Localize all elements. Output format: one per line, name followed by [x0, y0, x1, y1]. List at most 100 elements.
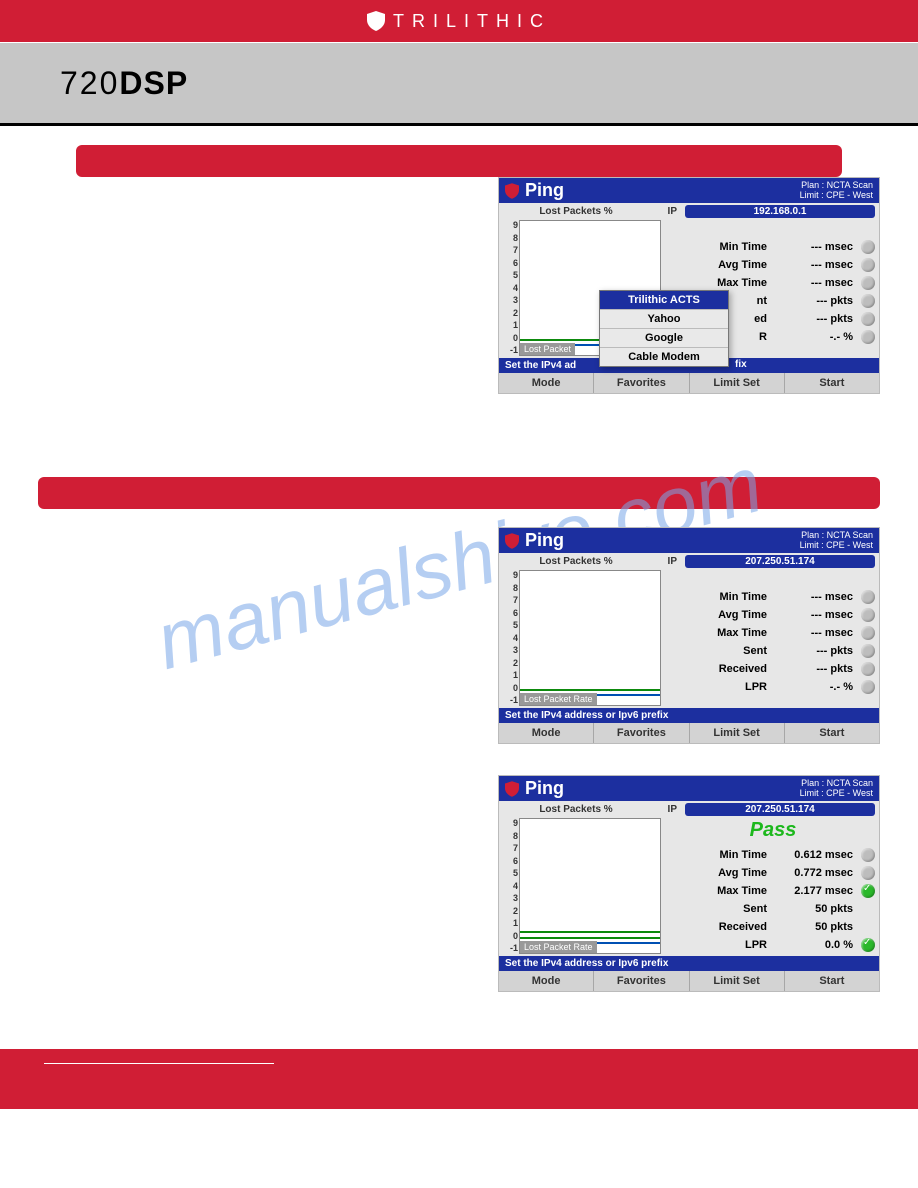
status-icon: [861, 240, 875, 254]
row-value: --- pkts: [775, 663, 853, 675]
softkey-favorites[interactable]: Favorites: [594, 723, 689, 743]
row-label: Received: [671, 921, 767, 933]
ping-panel: PingPlan : NCTA ScanLimit : CPE - WestLo…: [498, 775, 880, 992]
ping-subheader: Lost Packets %IP207.250.51.174: [499, 553, 879, 568]
ping-row: Avg Time --- msec: [671, 256, 875, 274]
watermark-source: manualshive.com: [38, 126, 880, 127]
favorites-item[interactable]: Google: [600, 329, 728, 348]
row-label: Sent: [671, 903, 767, 915]
row-label: Avg Time: [671, 609, 767, 621]
row-label: Max Time: [671, 277, 767, 289]
row-value: 50 pkts: [775, 903, 853, 915]
softkey-mode[interactable]: Mode: [499, 373, 594, 393]
row-value: --- pkts: [775, 313, 853, 325]
status-icon: [861, 866, 875, 880]
softkey-start[interactable]: Start: [785, 373, 879, 393]
product-bar: 720DSP: [0, 42, 918, 126]
brand-banner: TRILITHIC: [0, 0, 918, 42]
section-accent-1: [76, 145, 842, 177]
status-icon: [861, 590, 875, 604]
shield-icon: [505, 533, 519, 549]
row-label: Max Time: [671, 627, 767, 639]
favorites-item[interactable]: Trilithic ACTS: [600, 291, 728, 310]
ping-row: Max Time --- msec: [671, 624, 875, 642]
lost-packets-label: Lost Packets %: [503, 556, 649, 567]
status-icon: [861, 312, 875, 326]
row-value: 0.612 msec: [775, 849, 853, 861]
ip-value[interactable]: 207.250.51.174: [685, 803, 875, 816]
ping-row: Min Time--- msec: [671, 238, 875, 256]
product-name: 720DSP: [60, 65, 188, 102]
section-accent-2: [38, 477, 880, 509]
pass-indicator: Pass: [671, 819, 875, 842]
row-label: LPR: [671, 681, 767, 693]
ip-label: IP: [649, 804, 685, 815]
row-label: Min Time: [671, 591, 767, 603]
row-value: --- msec: [775, 241, 853, 253]
softkey-row: ModeFavoritesLimit SetStart: [499, 373, 879, 393]
row-label: Received: [671, 663, 767, 675]
status-icon: [861, 294, 875, 308]
status-icon: [861, 644, 875, 658]
ping-data: Pass Min Time0.612 msec Avg Time 0.772 msec…: [661, 818, 875, 954]
plan-limit: Plan : NCTA ScanLimit : CPE - West: [800, 779, 873, 799]
softkey-mode[interactable]: Mode: [499, 971, 594, 991]
ping-row: Received 50 pkts: [671, 918, 875, 936]
softkey-mode[interactable]: Mode: [499, 723, 594, 743]
row-value: --- msec: [775, 277, 853, 289]
softkey-limit-set[interactable]: Limit Set: [690, 971, 785, 991]
row-value: 0.772 msec: [775, 867, 853, 879]
row-value: -.- %: [775, 681, 853, 693]
row-label: LPR: [671, 939, 767, 951]
ip-value[interactable]: 192.168.0.1: [685, 205, 875, 218]
ping-row: Received --- pkts: [671, 660, 875, 678]
row-value: 50 pkts: [775, 921, 853, 933]
favorites-menu[interactable]: Trilithic ACTSYahooGoogleCable Modem: [599, 290, 729, 367]
status-icon: [861, 626, 875, 640]
status-icon: [861, 330, 875, 344]
softkey-row: ModeFavoritesLimit SetStart: [499, 971, 879, 991]
softkey-start[interactable]: Start: [785, 971, 879, 991]
ping-row: LPR 0.0 %: [671, 936, 875, 954]
row-label: Avg Time: [671, 259, 767, 271]
row-value: --- msec: [775, 627, 853, 639]
status-icon: [861, 848, 875, 862]
status-icon: [861, 662, 875, 676]
row-label: Sent: [671, 645, 767, 657]
favorites-item[interactable]: Yahoo: [600, 310, 728, 329]
ping-row: Avg Time --- msec: [671, 606, 875, 624]
row-value: -.- %: [775, 331, 853, 343]
shield-icon: [505, 183, 519, 199]
softkey-favorites[interactable]: Favorites: [594, 971, 689, 991]
status-icon: [861, 608, 875, 622]
ping-subheader: Lost Packets %IP207.250.51.174: [499, 801, 879, 816]
row-value: 2.177 msec: [775, 885, 853, 897]
row-value: 0.0 %: [775, 939, 853, 951]
softkey-limit-set[interactable]: Limit Set: [690, 723, 785, 743]
ping-row: Min Time0.612 msec: [671, 846, 875, 864]
ping-row: Avg Time 0.772 msec: [671, 864, 875, 882]
brand-name: TRILITHIC: [393, 11, 551, 32]
row-value: --- msec: [775, 609, 853, 621]
ip-value[interactable]: 207.250.51.174: [685, 555, 875, 568]
row-label: Avg Time: [671, 867, 767, 879]
plan-limit: Plan : NCTA ScanLimit : CPE - West: [800, 531, 873, 551]
softkey-start[interactable]: Start: [785, 723, 879, 743]
softkey-limit-set[interactable]: Limit Set: [690, 373, 785, 393]
row-label: Max Time: [671, 885, 767, 897]
lost-packets-label: Lost Packets %: [503, 206, 649, 217]
ping-row: Min Time--- msec: [671, 588, 875, 606]
ping-panel: PingPlan : NCTA ScanLimit : CPE - WestLo…: [498, 527, 880, 744]
status-icon: [861, 938, 875, 952]
ping-data: Min Time--- msecAvg Time--- msecMax Time…: [661, 570, 875, 706]
row-value: --- msec: [775, 259, 853, 271]
ping-row: Sent--- pkts: [671, 642, 875, 660]
favorites-item[interactable]: Cable Modem: [600, 348, 728, 366]
plan-limit: Plan : NCTA ScanLimit : CPE - West: [800, 181, 873, 201]
softkey-favorites[interactable]: Favorites: [594, 373, 689, 393]
ping-row: Sent 50 pkts: [671, 900, 875, 918]
ip-label: IP: [649, 206, 685, 217]
ping-row: LPR -.- %: [671, 678, 875, 696]
hint-bar: Set the IPv4 address or Ipv6 prefix: [499, 708, 879, 723]
softkey-row: ModeFavoritesLimit SetStart: [499, 723, 879, 743]
